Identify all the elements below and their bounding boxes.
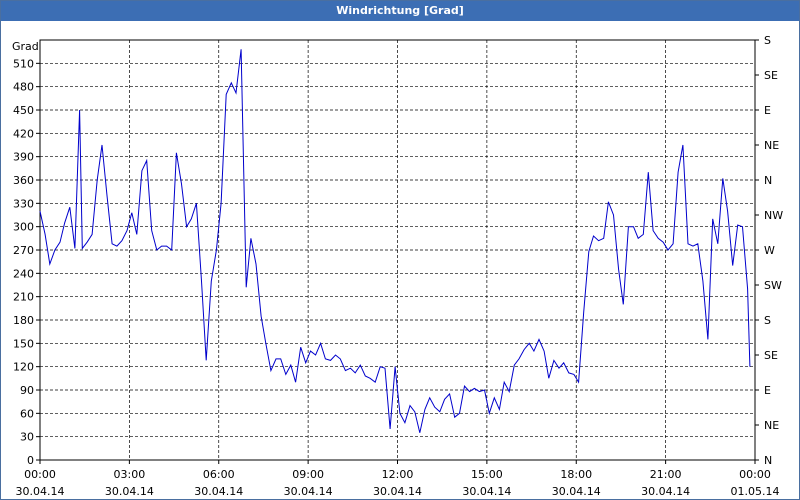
right-tick-label: NW — [764, 209, 783, 222]
x-tick-date: 30.04.14 — [641, 485, 690, 498]
y-tick-label: 150 — [13, 337, 34, 350]
x-tick-time: 21:00 — [650, 468, 682, 481]
y-tick-label: 480 — [13, 81, 34, 94]
x-axis: 00:00 30.04.14 03:00 30.04.14 06:00 30.04.14 0… — [16, 460, 780, 498]
x-tick-time: 18:00 — [560, 468, 592, 481]
y-tick-label: 60 — [20, 407, 34, 420]
x-tick-date: 30.04.14 — [16, 485, 65, 498]
y-tick-label: 120 — [13, 361, 34, 374]
y-tick-label: 300 — [13, 221, 34, 234]
right-tick-label: E — [764, 384, 771, 397]
y-tick-label: 0 — [27, 454, 34, 467]
x-tick-time: 15:00 — [471, 468, 503, 481]
x-tick-date: 30.04.14 — [194, 485, 243, 498]
y-tick-label: 390 — [13, 151, 34, 164]
y-tick-label: 30 — [20, 431, 34, 444]
right-tick-label: SW — [764, 279, 782, 292]
y-tick-label: 420 — [13, 127, 34, 140]
right-tick-label: N — [764, 454, 772, 467]
right-tick-label: E — [764, 104, 771, 117]
x-tick-date: 30.04.14 — [284, 485, 333, 498]
right-tick-label: NE — [764, 139, 779, 152]
x-tick-time: 06:00 — [203, 468, 235, 481]
y-tick-label: 510 — [13, 57, 34, 70]
x-tick-date: 30.04.14 — [462, 485, 511, 498]
x-tick-time: 12:00 — [382, 468, 414, 481]
y-axis-label: Grad — [12, 40, 39, 53]
right-tick-label: N — [764, 174, 772, 187]
wind-direction-chart: 0 30 60 90 120 150 180 210 240 270 300 330 360 390 420… — [12, 34, 783, 498]
x-tick-time: 03:00 — [114, 468, 146, 481]
y-tick-label: 240 — [13, 267, 34, 280]
left-axis: 0 30 60 90 120 150 180 210 240 270 300 330 360 390 420… — [13, 57, 40, 467]
y-tick-label: 90 — [20, 384, 34, 397]
right-tick-label: S — [764, 34, 771, 47]
x-tick-date: 30.04.14 — [373, 485, 422, 498]
y-tick-label: 270 — [13, 244, 34, 257]
x-tick-date: 30.04.14 — [105, 485, 154, 498]
x-tick-time: 00:00 — [24, 468, 56, 481]
x-tick-date: 30.04.14 — [552, 485, 601, 498]
right-tick-label: NE — [764, 419, 779, 432]
y-tick-label: 450 — [13, 104, 34, 117]
right-axis: N NE E SE S SW W NW N NE E SE S — [755, 34, 783, 467]
y-tick-label: 330 — [13, 197, 34, 210]
right-tick-label: SE — [764, 69, 778, 82]
y-tick-label: 180 — [13, 314, 34, 327]
x-tick-time: 09:00 — [292, 468, 324, 481]
y-tick-label: 210 — [13, 291, 34, 304]
x-tick-date: 01.05.14 — [731, 485, 780, 498]
y-tick-label: 360 — [13, 174, 34, 187]
right-tick-label: S — [764, 314, 771, 327]
right-tick-label: W — [764, 244, 775, 257]
x-tick-time: 00:00 — [739, 468, 771, 481]
right-tick-label: SE — [764, 349, 778, 362]
